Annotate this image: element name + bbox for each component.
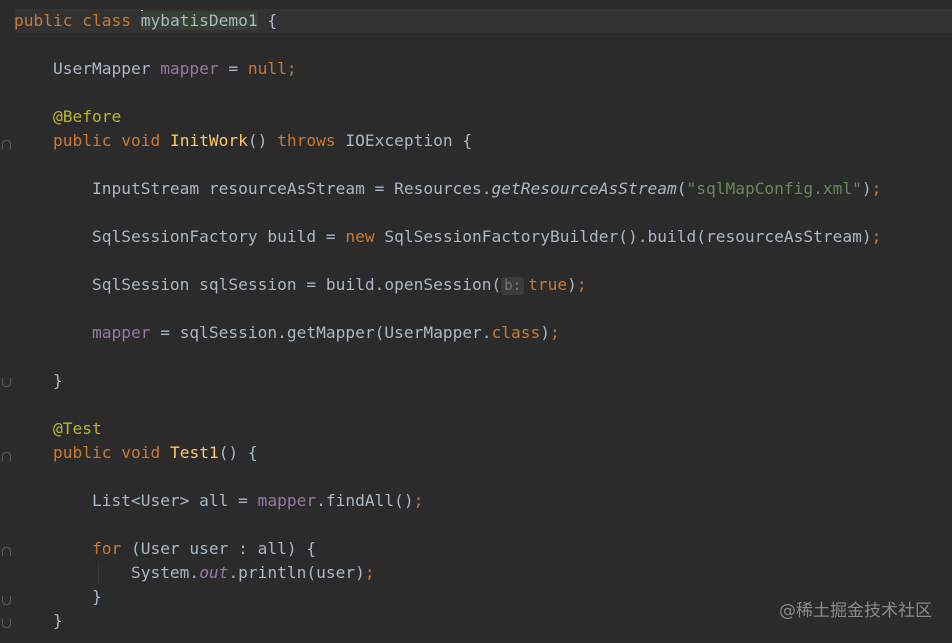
- annotation: @Before: [52, 107, 122, 126]
- static-method: getResourceAsStream: [491, 179, 677, 198]
- code-line-field[interactable]: UserMapper mapper = null;: [14, 57, 952, 81]
- code-line-sql-session[interactable]: SqlSession sqlSession = build.openSessio…: [14, 273, 952, 297]
- fold-marker-icon[interactable]: [2, 378, 11, 387]
- field-name: mapper: [257, 491, 317, 510]
- code-text: (User user : all) {: [130, 539, 317, 558]
- semicolon: ;: [576, 275, 587, 294]
- code-line-test1-signature[interactable]: public void Test1() {: [14, 441, 952, 465]
- code-text: }: [91, 587, 102, 606]
- code-text: }: [52, 371, 63, 390]
- code-text: }: [52, 611, 63, 630]
- keyword: public class: [14, 11, 141, 30]
- code-line-annotation-test[interactable]: @Test: [14, 417, 952, 441]
- method-name: InitWork: [169, 131, 248, 150]
- field-name: mapper: [160, 59, 219, 78]
- keyword: public: [52, 443, 122, 462]
- fold-marker-icon[interactable]: [2, 619, 11, 628]
- class-name: mybatisDemo1: [140, 11, 258, 30]
- code-text: (: [676, 179, 687, 198]
- code-text: (): [247, 131, 278, 150]
- annotation: @Test: [52, 419, 102, 438]
- code-editor[interactable]: public class mybatisDemo1 { UserMapper m…: [0, 0, 952, 643]
- method-name: Test1: [169, 443, 219, 462]
- fold-marker-icon[interactable]: [2, 596, 11, 605]
- parameter-hint: b:: [501, 277, 525, 295]
- fold-marker-icon[interactable]: [2, 140, 11, 149]
- code-line-for-loop[interactable]: for (User user : all) {: [14, 537, 952, 561]
- code-text: List<User> all =: [91, 491, 258, 510]
- code-text: () {: [218, 443, 258, 462]
- code-text: =: [218, 59, 248, 78]
- string-literal: "sqlMapConfig.xml": [686, 179, 862, 198]
- semicolon: ;: [364, 563, 375, 582]
- code-line-mapper-assign[interactable]: mapper = sqlSession.getMapper(UserMapper…: [14, 321, 952, 345]
- keyword: null: [247, 59, 287, 78]
- watermark: @稀土掘金技术社区: [779, 601, 932, 621]
- keyword: new: [345, 227, 385, 246]
- keyword: throws: [277, 131, 346, 150]
- code-text: ): [861, 179, 872, 198]
- code-text: = sqlSession.getMapper(UserMapper.: [150, 323, 492, 342]
- semicolon: ;: [871, 227, 882, 246]
- code-text: .findAll(): [316, 491, 414, 510]
- code-text: System.: [130, 563, 200, 582]
- code-text: SqlSessionFactoryBuilder().build(resourc…: [384, 227, 872, 246]
- code-text: InputStream resourceAsStream = Resources…: [91, 179, 492, 198]
- code-text: ): [567, 275, 577, 294]
- type-name: UserMapper: [52, 59, 161, 78]
- code-line-find-all[interactable]: List<User> all = mapper.findAll();: [14, 489, 952, 513]
- code-text: IOException {: [345, 131, 473, 150]
- semicolon: ;: [871, 179, 882, 198]
- code-text: .println(user): [228, 563, 365, 582]
- field-name: mapper: [91, 323, 151, 342]
- fold-marker-icon[interactable]: [2, 452, 11, 461]
- code-text: SqlSession sqlSession = build.openSessio…: [91, 275, 502, 294]
- code-text: ): [540, 323, 551, 342]
- code-line-annotation-before[interactable]: @Before: [14, 105, 952, 129]
- keyword: public: [52, 131, 122, 150]
- semicolon: ;: [286, 59, 297, 78]
- code-text: {: [257, 11, 278, 30]
- code-line-input-stream[interactable]: InputStream resourceAsStream = Resources…: [14, 177, 952, 201]
- keyword: for: [91, 539, 131, 558]
- keyword: class: [491, 323, 541, 342]
- semicolon: ;: [550, 323, 560, 342]
- code-line-println[interactable]: System.out.println(user);: [14, 561, 952, 585]
- keyword: void: [121, 443, 170, 462]
- fold-marker-icon[interactable]: [2, 547, 11, 556]
- keyword: void: [121, 131, 170, 150]
- static-field: out: [199, 563, 229, 582]
- code-line-close-brace[interactable]: }: [14, 369, 952, 393]
- keyword: true: [528, 275, 568, 294]
- semicolon: ;: [413, 491, 424, 510]
- code-text: SqlSessionFactory build =: [91, 227, 346, 246]
- code-line-class-declaration[interactable]: public class mybatisDemo1 {: [14, 9, 952, 33]
- code-line-session-factory[interactable]: SqlSessionFactory build = new SqlSession…: [14, 225, 952, 249]
- code-line-initwork-signature[interactable]: public void InitWork() throws IOExceptio…: [14, 129, 952, 153]
